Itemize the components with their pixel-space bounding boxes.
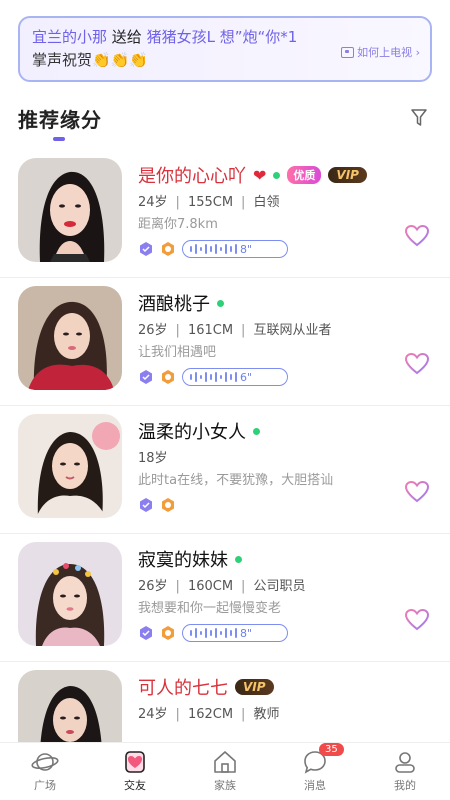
heart-outline-icon[interactable]: [404, 224, 430, 248]
profile-age: 24岁: [138, 707, 168, 722]
title-underline: [53, 137, 65, 141]
heart-outline-icon[interactable]: [404, 480, 430, 504]
profile-job: 公司职员: [253, 579, 306, 594]
voice-duration: 6": [240, 370, 253, 384]
profile-height: 155CM: [187, 195, 234, 210]
tv-help-link[interactable]: 如何上电视 ›: [341, 44, 420, 60]
profile-height: 161CM: [187, 323, 234, 338]
profile-name: 酒酿桃子: [138, 294, 210, 315]
avatar[interactable]: [18, 414, 122, 518]
voice-intro-button[interactable]: 8": [182, 624, 288, 642]
tab-label: 广场: [34, 779, 56, 792]
heart-outline-icon[interactable]: [404, 608, 430, 632]
profile-height: 162CM: [187, 707, 234, 722]
tab-profile[interactable]: 我的: [360, 743, 450, 800]
heart-outline-icon[interactable]: [404, 352, 430, 376]
profile-meta: 18岁: [138, 448, 438, 470]
tab-label: 家族: [214, 779, 236, 792]
online-dot: [235, 555, 242, 563]
tab-dating[interactable]: 交友: [90, 743, 180, 800]
profile-card[interactable]: 寂寞的妹妹 26岁 | 160CM | 公司职员 我想要和你一起慢慢变老 8": [0, 534, 450, 662]
online-dot: [217, 299, 224, 307]
filter-icon[interactable]: [410, 108, 428, 128]
sender-name: 宜兰的小那: [32, 28, 108, 46]
tab-family[interactable]: 家族: [180, 743, 270, 800]
profile-card[interactable]: 是你的心心吖 ❤ 优质 VIP 24岁 | 155CM | 白领 距离你7.8km 8": [0, 150, 450, 278]
profile-height: 160CM: [187, 579, 234, 594]
tab-label: 我的: [394, 779, 416, 792]
profile-card[interactable]: 酒酿桃子 26岁 | 161CM | 互联网从业者 让我们相遇吧 6": [0, 278, 450, 406]
tab-label: 交友: [124, 779, 146, 792]
gift-action-text: 送给: [111, 28, 142, 46]
profile-job: 白领: [253, 195, 280, 210]
voice-intro-button[interactable]: 8": [182, 240, 288, 258]
online-dot: [253, 427, 260, 435]
voice-intro-button[interactable]: 6": [182, 368, 288, 386]
profile-desc: 距离你7.8km: [138, 217, 218, 232]
planet-icon: [31, 753, 59, 771]
unread-count-badge: 35: [319, 743, 344, 756]
profile-list: 是你的心心吖 ❤ 优质 VIP 24岁 | 155CM | 白领 距离你7.8km 8": [0, 150, 450, 790]
profile-age: 26岁: [138, 323, 168, 338]
real-person-verify-icon: [140, 242, 152, 256]
profile-meta: 26岁 | 160CM | 公司职员: [138, 579, 306, 594]
gift-text: 想”炮“你*1: [219, 28, 298, 46]
house-icon: [214, 751, 236, 773]
profile-meta: 24岁 | 162CM | 教师: [138, 707, 280, 722]
profile-card[interactable]: 温柔的小女人 18岁 此时ta在线，不要犹豫，大胆搭讪: [0, 406, 450, 534]
profile-name: 是你的心心吖: [138, 166, 246, 187]
id-verify-icon: [162, 242, 174, 256]
profile-age: 26岁: [138, 579, 168, 594]
red-heart-icon: ❤: [253, 165, 267, 185]
tab-messages[interactable]: 35 消息: [270, 743, 360, 800]
tab-label: 消息: [304, 779, 326, 792]
profile-age: 24岁: [138, 195, 168, 210]
profile-name: 寂寞的妹妹: [138, 550, 228, 571]
id-verify-icon: [162, 498, 174, 512]
gift-broadcast-banner[interactable]: 宜兰的小那 送给 猪猪女孩L 想”炮“你*1 掌声祝贺👏👏👏 如何上电视 ›: [18, 16, 432, 82]
id-verify-icon: [162, 370, 174, 384]
voice-duration: 8": [240, 242, 253, 256]
tv-icon: [341, 46, 355, 58]
profile-meta: 26岁 | 161CM | 互联网从业者: [138, 323, 332, 338]
avatar[interactable]: [18, 542, 122, 646]
voice-duration: 8": [240, 626, 253, 640]
profile-meta: 24岁 | 155CM | 白领: [138, 195, 280, 210]
section-title: 推荐缘分: [18, 108, 102, 132]
online-dot: [273, 171, 281, 179]
person-icon: [395, 752, 415, 773]
avatar[interactable]: [18, 286, 122, 390]
profile-desc: 我想要和你一起慢慢变老: [138, 601, 282, 616]
heart-cards-icon: [125, 751, 145, 773]
tab-plaza[interactable]: 广场: [0, 743, 90, 800]
receiver-name: 猪猪女孩L: [146, 28, 215, 46]
profile-desc: 此时ta在线，不要犹豫，大胆搭讪: [138, 473, 334, 488]
profile-name: 可人的七七: [138, 678, 228, 699]
vip-badge: VIP: [235, 679, 274, 695]
vip-badge: VIP: [328, 167, 367, 183]
profile-age: 18岁: [138, 451, 168, 466]
avatar[interactable]: [18, 158, 122, 262]
real-person-verify-icon: [140, 498, 152, 512]
bottom-tab-bar: 广场 交友 家族 35 消息 我的: [0, 742, 450, 800]
real-person-verify-icon: [140, 626, 152, 640]
profile-name: 温柔的小女人: [138, 422, 246, 443]
profile-job: 教师: [253, 707, 280, 722]
tv-help-label: 如何上电视 ›: [357, 46, 420, 59]
quality-badge: 优质: [287, 166, 322, 184]
real-person-verify-icon: [140, 370, 152, 384]
profile-desc: 让我们相遇吧: [138, 345, 217, 360]
id-verify-icon: [162, 626, 174, 640]
profile-job: 互联网从业者: [253, 323, 332, 338]
